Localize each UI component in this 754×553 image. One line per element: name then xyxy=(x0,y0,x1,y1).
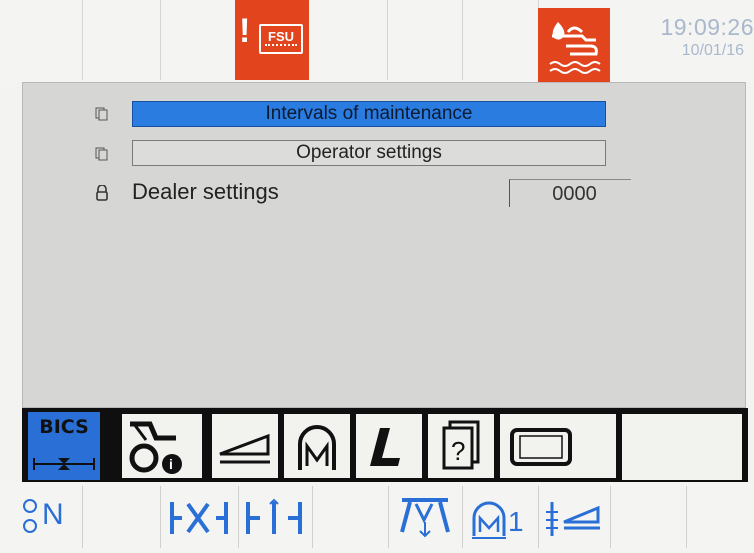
bics-label: BICS xyxy=(39,416,89,438)
hitch-wide-key[interactable] xyxy=(160,486,239,548)
ramp-icon xyxy=(212,414,278,478)
bics-icon xyxy=(33,458,95,470)
dealer-code-field[interactable]: 0000 xyxy=(509,179,631,207)
intervals-of-maintenance-button[interactable]: Intervals of maintenance xyxy=(132,101,606,127)
lift-arms-icon xyxy=(400,498,450,538)
bics-softkey[interactable]: BICS xyxy=(28,412,100,480)
display-softkey[interactable] xyxy=(500,414,616,478)
hitch-narrow-icon xyxy=(246,498,302,534)
operator-settings-button[interactable]: Operator settings xyxy=(132,140,606,166)
svg-text:?: ? xyxy=(451,436,465,466)
status-slot xyxy=(462,0,539,80)
empty-softkey[interactable] xyxy=(622,414,742,480)
submenu-pages-icon xyxy=(95,107,109,121)
hydraulic-oil-warning[interactable] xyxy=(538,8,610,82)
status-slot xyxy=(387,0,463,80)
memory-m-icon xyxy=(284,414,350,478)
clock-time: 19:09:26 xyxy=(660,14,754,40)
depth-control-key[interactable] xyxy=(538,486,611,548)
submenu-pages-icon xyxy=(95,147,109,161)
neutral-key[interactable]: N xyxy=(0,486,83,548)
neutral-label: N xyxy=(42,498,64,531)
depth-control-icon xyxy=(546,502,600,536)
neutral-n-icon xyxy=(23,499,37,533)
status-slot xyxy=(82,0,161,80)
fsu-icon: FSU xyxy=(259,24,303,54)
status-slot xyxy=(160,0,236,80)
ramp-softkey[interactable] xyxy=(212,414,278,478)
memory-one-key[interactable]: 1 xyxy=(462,486,539,548)
clock: 19:09:26 10/01/16 xyxy=(632,14,754,62)
display-icon xyxy=(500,414,616,478)
hitch-narrow-key[interactable] xyxy=(238,486,313,548)
function-bar: N 1 xyxy=(0,482,754,551)
help-softkey[interactable]: ? xyxy=(428,414,494,478)
status-bar: ! FSU 19:09:26 10/01/16 xyxy=(0,0,754,82)
dealer-settings-label: Dealer settings xyxy=(132,179,279,204)
empty-key[interactable] xyxy=(82,486,161,548)
l-icon xyxy=(356,414,422,478)
svg-text:i: i xyxy=(169,456,173,472)
settings-panel: Intervals of maintenance Operator settin… xyxy=(22,82,746,408)
memory-one-icon xyxy=(472,501,506,539)
lock-icon xyxy=(95,184,109,201)
memory-number: 1 xyxy=(508,506,524,537)
alarm-exclamation-icon: ! xyxy=(239,12,251,50)
fsu-alarm-indicator[interactable]: ! FSU xyxy=(235,0,309,80)
hitch-wide-icon xyxy=(170,502,228,534)
softkey-bar: BICS i ? xyxy=(22,408,748,482)
tractor-info-icon: i xyxy=(122,414,202,478)
status-slot xyxy=(0,0,83,80)
tractor-info-softkey[interactable]: i xyxy=(122,414,202,478)
l-softkey[interactable] xyxy=(356,414,422,478)
lift-arms-key[interactable] xyxy=(388,486,463,548)
empty-key[interactable] xyxy=(312,486,389,548)
status-slot xyxy=(309,0,388,80)
memory-softkey[interactable] xyxy=(284,414,350,478)
oil-temperature-icon xyxy=(549,22,601,74)
empty-key[interactable] xyxy=(610,486,687,548)
help-book-icon: ? xyxy=(428,414,494,478)
clock-date: 10/01/16 xyxy=(681,42,744,59)
